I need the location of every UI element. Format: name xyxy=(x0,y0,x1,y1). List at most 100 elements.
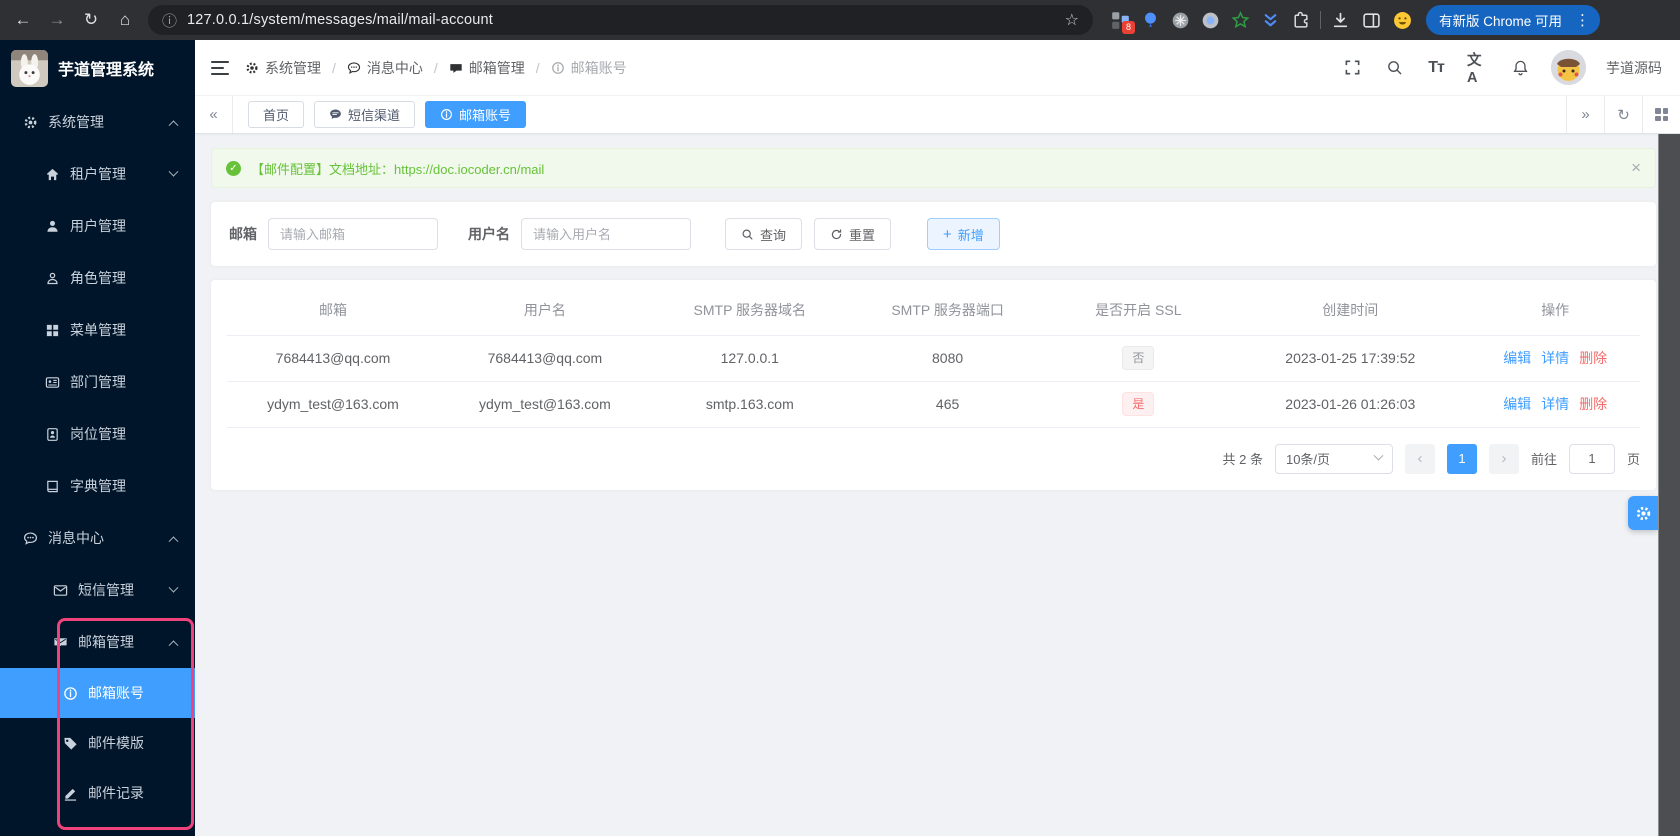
sidebar-item-mail[interactable]: 邮箱管理 xyxy=(0,616,195,668)
extension-badge: 8 xyxy=(1122,20,1135,34)
edit-link[interactable]: 编辑 xyxy=(1503,350,1531,366)
edit-link[interactable]: 编辑 xyxy=(1503,396,1531,412)
page-size-select[interactable]: 10条/页 xyxy=(1274,443,1393,474)
check-circle-icon: ✓ xyxy=(226,160,241,176)
tag-icon xyxy=(62,735,78,751)
chevron-up-icon xyxy=(168,535,179,546)
chrome-update-label: 有新版 Chrome 可用 xyxy=(1439,14,1563,29)
user-avatar[interactable] xyxy=(1551,50,1586,85)
browser-forward-icon[interactable]: → xyxy=(42,5,72,35)
extensions-puzzle-icon[interactable] xyxy=(1291,11,1310,30)
close-icon[interactable]: × xyxy=(1631,158,1641,178)
profile-emoji-icon[interactable] xyxy=(1393,11,1412,30)
extension-blocks-icon[interactable]: 8 xyxy=(1111,11,1135,34)
delete-link[interactable]: 删除 xyxy=(1579,350,1607,366)
sidebar-item-label: 岗位管理 xyxy=(70,426,126,442)
search-icon[interactable] xyxy=(1383,57,1405,79)
fullscreen-icon[interactable] xyxy=(1341,57,1363,79)
sidebar-item-dict[interactable]: 字典管理 xyxy=(0,460,195,512)
sidebar-item-tenant[interactable]: 租户管理 xyxy=(0,148,195,200)
extension-gray-circle-icon[interactable] xyxy=(1171,11,1190,30)
username[interactable]: 芋道源码 xyxy=(1606,58,1662,78)
tabs-scroll-left-icon[interactable]: « xyxy=(195,96,233,133)
chevron-up-icon xyxy=(168,639,179,650)
search-icon xyxy=(742,229,753,239)
extension-camera-icon[interactable] xyxy=(1201,11,1220,30)
sidebar-item-role[interactable]: 角色管理 xyxy=(0,252,195,304)
detail-link[interactable]: 详情 xyxy=(1541,350,1569,366)
screen: ← → ↻ ⌂ ⓘ 127.0.0.1/system/messages/mail… xyxy=(0,0,1680,836)
tab-home[interactable]: 首页 xyxy=(248,101,305,128)
goto-page-input[interactable] xyxy=(1568,443,1615,474)
mail-icon xyxy=(450,63,462,73)
tab-sms-channel[interactable]: 短信渠道 xyxy=(314,101,416,128)
breadcrumb-item-system[interactable]: 系统管理 xyxy=(245,58,321,78)
sidebar-item-mail-log[interactable]: 邮件记录 xyxy=(0,768,195,818)
sidebar-item-label: 字典管理 xyxy=(70,478,126,494)
sidebar-item-message-center[interactable]: 消息中心 xyxy=(0,512,195,564)
breadcrumb: 系统管理 / 消息中心 / 邮箱管理 / 邮箱账号 xyxy=(245,58,627,78)
browser-back-icon[interactable]: ← xyxy=(8,5,38,35)
right-edge-strip xyxy=(1658,134,1680,836)
breadcrumb-separator: / xyxy=(433,59,438,76)
next-page-button[interactable]: › xyxy=(1488,443,1519,474)
browser-reload-icon[interactable]: ↻ xyxy=(76,5,106,35)
address-bar[interactable]: ⓘ 127.0.0.1/system/messages/mail/mail-ac… xyxy=(148,5,1093,35)
cell-username: 7684413@qq.com xyxy=(438,335,651,382)
chevron-up-icon xyxy=(168,119,179,130)
extension-balloon-icon[interactable] xyxy=(1141,11,1160,30)
gear-icon xyxy=(1636,506,1650,520)
detail-link[interactable]: 详情 xyxy=(1541,396,1569,412)
logo-row[interactable]: 芋道管理系统 xyxy=(0,40,195,96)
info-circle-icon xyxy=(441,109,452,120)
extension-double-chevron-icon[interactable] xyxy=(1261,11,1280,30)
breadcrumb-item-message-center[interactable]: 消息中心 xyxy=(347,58,423,78)
tabs-refresh-icon[interactable]: ↻ xyxy=(1604,96,1642,133)
bell-icon[interactable] xyxy=(1509,57,1531,79)
breadcrumb-item-mail[interactable]: 邮箱管理 xyxy=(449,58,525,78)
reset-button[interactable]: 重置 xyxy=(814,218,892,250)
chevron-down-icon xyxy=(168,582,179,593)
sidebar-item-dept[interactable]: 部门管理 xyxy=(0,356,195,408)
chrome-update-button[interactable]: 有新版 Chrome 可用 ⋮ xyxy=(1426,5,1601,35)
tabs-scroll-right-icon[interactable]: » xyxy=(1566,96,1604,133)
delete-link[interactable]: 删除 xyxy=(1579,396,1607,412)
col-email: 邮箱 xyxy=(227,286,439,336)
sidebar-item-post[interactable]: 岗位管理 xyxy=(0,408,195,460)
prev-page-button[interactable]: ‹ xyxy=(1404,443,1435,474)
cell-created: 2023-01-25 17:39:52 xyxy=(1230,335,1471,382)
tab-mail-account[interactable]: 邮箱账号 xyxy=(425,101,527,128)
sidebar-item-menu[interactable]: 菜单管理 xyxy=(0,304,195,356)
alert-doc-link[interactable]: https://doc.iocoder.cn/mail xyxy=(394,162,544,177)
sidebar-item-mail-template[interactable]: 邮件模版 xyxy=(0,718,195,768)
mail-account-table: 邮箱 用户名 SMTP 服务器域名 SMTP 服务器端口 是否开启 SSL 创建… xyxy=(227,286,1640,428)
sidebar-item-user[interactable]: 用户管理 xyxy=(0,200,195,252)
language-icon[interactable]: 文A xyxy=(1467,53,1489,86)
bookmark-star-icon[interactable]: ☆ xyxy=(1065,10,1079,30)
add-button[interactable]: + 新增 xyxy=(927,218,1000,250)
chrome-menu-icon[interactable]: ⋮ xyxy=(1571,11,1594,29)
extension-green-star-icon[interactable] xyxy=(1231,10,1250,30)
query-button[interactable]: 查询 xyxy=(725,218,803,250)
sidebar-item-sms[interactable]: 短信管理 xyxy=(0,564,195,616)
success-alert: ✓ 【邮件配置】文档地址：https://doc.iocoder.cn/mail… xyxy=(211,148,1656,188)
username-form-item: 用户名 xyxy=(468,218,691,250)
browser-home-icon[interactable]: ⌂ xyxy=(110,5,140,35)
page-1-button[interactable]: 1 xyxy=(1446,443,1477,474)
tabs-menu-icon[interactable] xyxy=(1642,96,1680,133)
sidebar-item-system[interactable]: 系统管理 xyxy=(0,96,195,148)
cell-email: ydym_test@163.com xyxy=(227,381,439,428)
downloads-icon[interactable] xyxy=(1331,11,1350,30)
refresh-icon xyxy=(831,228,842,239)
chevron-down-icon xyxy=(1373,450,1384,461)
theme-settings-button[interactable] xyxy=(1628,496,1658,530)
side-panel-icon[interactable] xyxy=(1362,11,1381,30)
username-input[interactable] xyxy=(521,218,691,250)
sidebar-item-label: 短信管理 xyxy=(78,582,134,598)
site-info-icon[interactable]: ⓘ xyxy=(162,10,177,31)
sidebar-item-mail-account[interactable]: 邮箱账号 xyxy=(0,668,195,718)
collapse-menu-icon[interactable] xyxy=(211,60,229,75)
font-size-icon[interactable]: Tт xyxy=(1425,57,1447,79)
page-unit-label: 页 xyxy=(1626,452,1640,467)
email-input[interactable] xyxy=(268,218,438,250)
